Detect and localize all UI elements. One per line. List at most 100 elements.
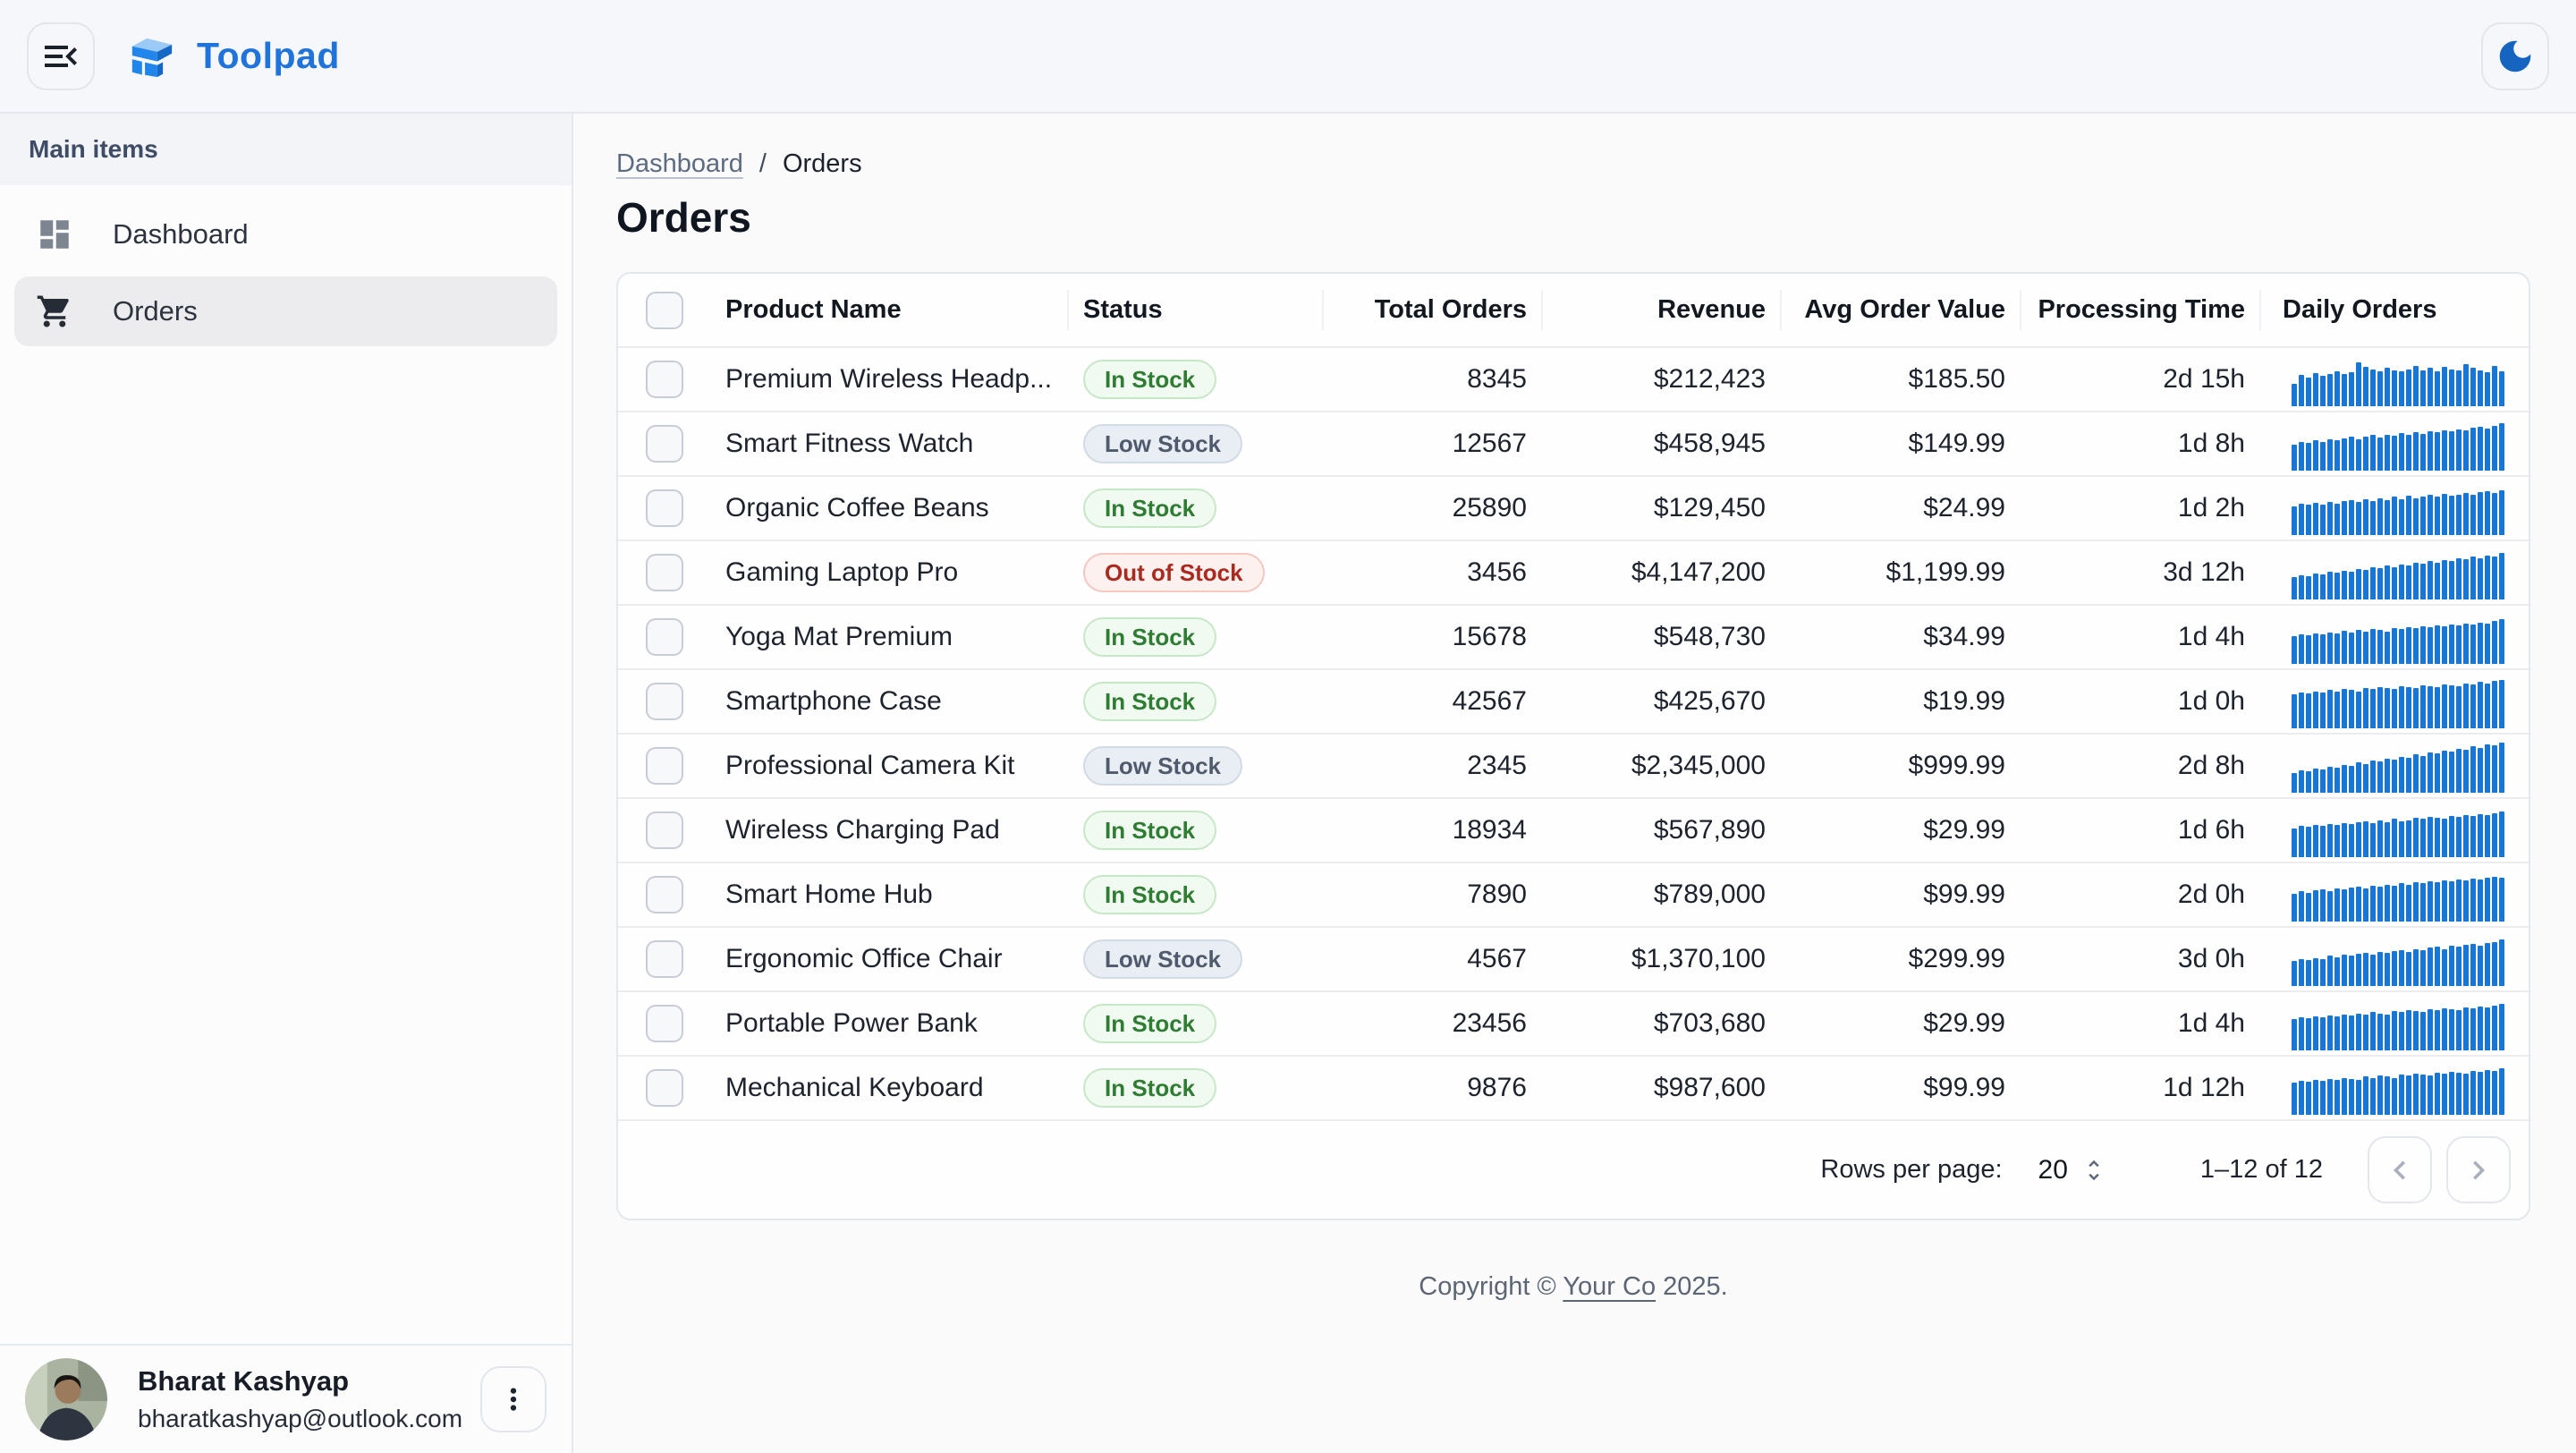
daily-orders-sparkline <box>2292 934 2510 986</box>
processing-time-cell: 1d 2h <box>2021 477 2261 540</box>
table-row[interactable]: Professional Camera Kit Low Stock 2345 $… <box>618 733 2529 797</box>
sparkline-bar <box>2406 820 2411 857</box>
sparkline-bar <box>2356 362 2361 406</box>
processing-time-cell: 3d 12h <box>2021 541 2261 604</box>
sparkline-bar <box>2349 824 2354 857</box>
table-row[interactable]: Ergonomic Office Chair Low Stock 4567 $1… <box>618 926 2529 990</box>
sparkline-bar <box>2456 558 2462 599</box>
sidebar-item-orders[interactable]: Orders <box>14 276 557 346</box>
app-logo[interactable]: Toolpad <box>127 31 340 81</box>
sparkline-bar <box>2320 769 2326 793</box>
sparkline-bar <box>2320 574 2326 599</box>
company-link[interactable]: Your Co <box>1563 1272 1656 1301</box>
row-checkbox[interactable] <box>646 683 683 720</box>
sparkline-bar <box>2342 955 2347 986</box>
row-checkbox[interactable] <box>646 876 683 913</box>
rows-per-page-value[interactable]: 20 <box>2038 1155 2068 1185</box>
sparkline-bar <box>2442 367 2447 406</box>
sparkline-bar <box>2485 943 2490 986</box>
breadcrumb-dashboard-link[interactable]: Dashboard <box>616 149 743 179</box>
table-row[interactable]: Smartphone Case In Stock 42567 $425,670 … <box>618 668 2529 733</box>
sparkline-bar <box>2399 565 2404 599</box>
row-checkbox[interactable] <box>646 425 683 463</box>
sparkline-bar <box>2492 621 2497 664</box>
sparkline-bar <box>2377 371 2383 406</box>
sparkline-bar <box>2428 817 2433 857</box>
sparkline-bar <box>2392 951 2397 986</box>
sparkline-bar <box>2377 630 2383 664</box>
row-checkbox[interactable] <box>646 361 683 398</box>
col-header-processing-time[interactable]: Processing Time <box>2021 274 2261 346</box>
row-checkbox[interactable] <box>646 940 683 978</box>
row-checkbox[interactable] <box>646 747 683 785</box>
col-header-avg-order-value[interactable]: Avg Order Value <box>1782 274 2021 346</box>
col-header-daily-orders[interactable]: Daily Orders <box>2261 274 2529 346</box>
sparkline-bar <box>2320 634 2326 664</box>
sparkline-bar <box>2313 692 2318 728</box>
sparkline-bar <box>2470 944 2476 986</box>
sparkline-bar <box>2292 1019 2297 1050</box>
table-row[interactable]: Smart Fitness Watch Low Stock 12567 $458… <box>618 411 2529 475</box>
col-header-product-name[interactable]: Product Name <box>711 274 1069 346</box>
sparkline-bar <box>2492 813 2497 857</box>
sparkline-bar <box>2392 497 2397 535</box>
theme-toggle-button[interactable] <box>2481 22 2549 90</box>
row-checkbox[interactable] <box>646 489 683 527</box>
table-row[interactable]: Wireless Charging Pad In Stock 18934 $56… <box>618 797 2529 862</box>
select-all-checkbox[interactable] <box>646 292 683 329</box>
sparkline-bar <box>2342 438 2347 471</box>
col-header-revenue[interactable]: Revenue <box>1543 274 1782 346</box>
processing-time-cell: 2d 15h <box>2021 348 2261 411</box>
sparkline-bar <box>2399 1075 2404 1115</box>
sparkline-bar <box>2413 628 2419 664</box>
daily-orders-cell <box>2261 606 2529 668</box>
sparkline-bar <box>2299 575 2304 599</box>
next-page-button[interactable] <box>2446 1136 2511 1203</box>
main-content: Dashboard / Orders Orders Product Name S… <box>573 114 2576 1453</box>
previous-page-button[interactable] <box>2368 1136 2432 1203</box>
sparkline-bar <box>2356 954 2361 986</box>
sparkline-bar <box>2377 438 2383 471</box>
status-chip: Low Stock <box>1083 746 1242 786</box>
sidebar-item-dashboard[interactable]: Dashboard <box>14 200 557 269</box>
table-row[interactable]: Organic Coffee Beans In Stock 25890 $129… <box>618 475 2529 540</box>
sparkline-bar <box>2370 823 2376 857</box>
sidebar-collapse-button[interactable] <box>27 22 95 90</box>
sparkline-bar <box>2485 429 2490 471</box>
rows-per-page-stepper[interactable] <box>2080 1157 2107 1184</box>
col-header-status[interactable]: Status <box>1069 274 1324 346</box>
row-checkbox[interactable] <box>646 1005 683 1042</box>
table-row[interactable]: Gaming Laptop Pro Out of Stock 3456 $4,1… <box>618 540 2529 604</box>
account-menu-button[interactable] <box>480 1366 547 1432</box>
processing-time-cell: 2d 8h <box>2021 735 2261 797</box>
sparkline-bar <box>2428 1075 2433 1115</box>
sparkline-bar <box>2327 374 2333 406</box>
processing-time-cell: 1d 6h <box>2021 799 2261 862</box>
sparkline-bar <box>2499 371 2504 406</box>
row-checkbox[interactable] <box>646 554 683 591</box>
product-name-cell: Smart Home Hub <box>711 863 1069 926</box>
sidebar-section-label: Main items <box>0 114 572 185</box>
sparkline-bar <box>2349 372 2354 406</box>
sparkline-bar <box>2292 828 2297 857</box>
sparkline-bar <box>2492 557 2497 599</box>
table-row[interactable]: Yoga Mat Premium In Stock 15678 $548,730… <box>618 604 2529 668</box>
sparkline-bar <box>2399 821 2404 857</box>
table-row[interactable]: Premium Wireless Headp... In Stock 8345 … <box>618 346 2529 411</box>
sparkline-bar <box>2463 945 2469 986</box>
sparkline-bar <box>2442 560 2447 599</box>
table-row[interactable]: Mechanical Keyboard In Stock 9876 $987,6… <box>618 1055 2529 1119</box>
sparkline-bar <box>2463 624 2469 664</box>
sparkline-bar <box>2499 811 2504 857</box>
sparkline-bar <box>2456 879 2462 922</box>
col-header-total-orders[interactable]: Total Orders <box>1324 274 1543 346</box>
row-checkbox[interactable] <box>646 618 683 656</box>
sparkline-bar <box>2385 759 2390 793</box>
table-row[interactable]: Portable Power Bank In Stock 23456 $703,… <box>618 990 2529 1055</box>
row-checkbox[interactable] <box>646 811 683 849</box>
table-row[interactable]: Smart Home Hub In Stock 7890 $789,000 $9… <box>618 862 2529 926</box>
daily-orders-sparkline <box>2292 676 2510 728</box>
sparkline-bar <box>2299 1017 2304 1050</box>
row-checkbox[interactable] <box>646 1069 683 1107</box>
sparkline-bar <box>2349 1015 2354 1050</box>
